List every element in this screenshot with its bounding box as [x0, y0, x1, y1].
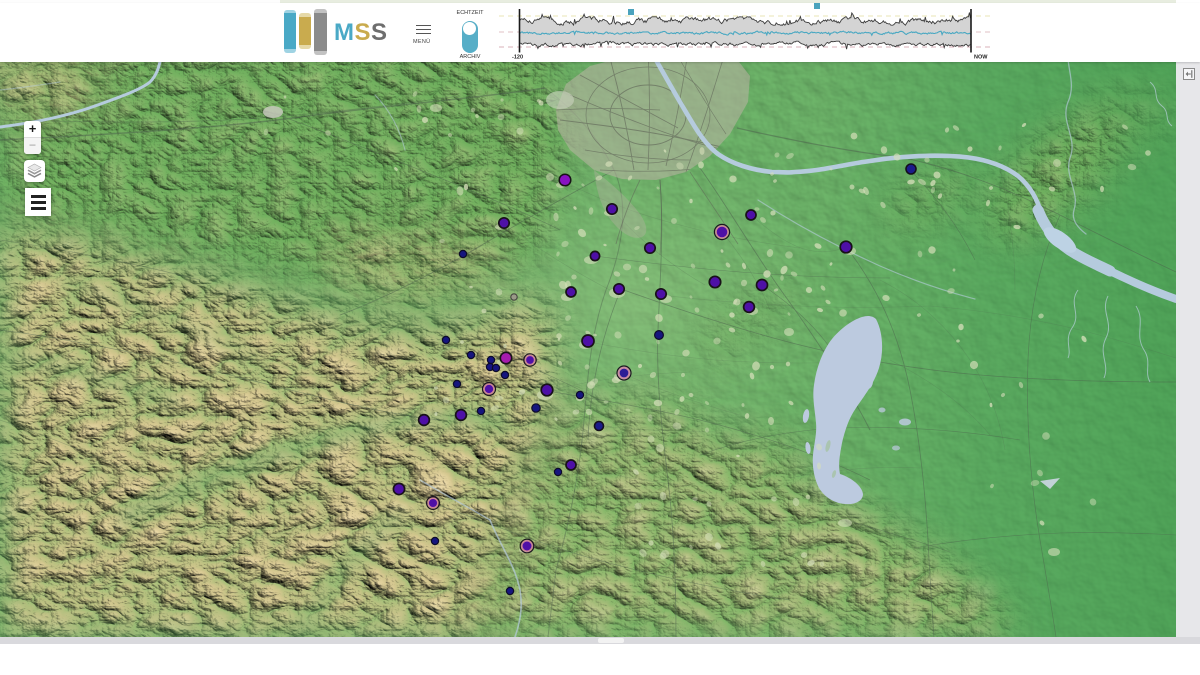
svg-text:NOW: NOW	[974, 55, 988, 61]
svg-text:-120: -120	[512, 55, 523, 61]
